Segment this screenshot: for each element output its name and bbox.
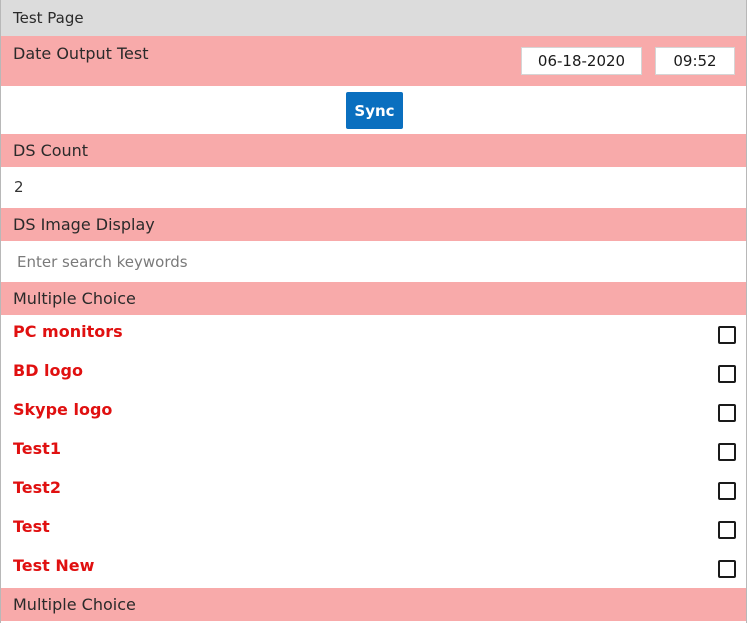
time-field[interactable]: 09:52	[655, 47, 735, 75]
date-output-label: Date Output Test	[13, 44, 149, 63]
multiple-choice-header: Multiple Choice	[1, 282, 746, 315]
choice-label: Skype logo	[13, 400, 113, 419]
choice-label: Test1	[13, 439, 61, 458]
list-item[interactable]: Test	[1, 510, 746, 549]
ds-count-header: DS Count	[1, 134, 746, 167]
list-item[interactable]: Test1	[1, 432, 746, 471]
list-item[interactable]: Skype logo	[1, 393, 746, 432]
search-row	[1, 241, 746, 282]
sync-area: Sync	[1, 86, 746, 134]
checkbox[interactable]	[718, 482, 736, 500]
checkbox[interactable]	[718, 560, 736, 578]
list-item[interactable]: PC monitors	[1, 315, 746, 354]
list-item[interactable]: Test2	[1, 471, 746, 510]
choice-list: PC monitors BD logo Skype logo Test1 Tes…	[1, 315, 746, 588]
search-input[interactable]	[9, 247, 729, 277]
checkbox[interactable]	[718, 443, 736, 461]
multiple-choice-header-2: Multiple Choice	[1, 588, 746, 621]
choice-label: Test	[13, 517, 50, 536]
date-output-row: Date Output Test 06-18-2020 09:52	[1, 36, 746, 86]
checkbox[interactable]	[718, 521, 736, 539]
sync-button[interactable]: Sync	[346, 92, 403, 129]
checkbox[interactable]	[718, 326, 736, 344]
choice-label: Test2	[13, 478, 61, 497]
date-field[interactable]: 06-18-2020	[521, 47, 642, 75]
choice-label: PC monitors	[13, 322, 123, 341]
ds-image-header: DS Image Display	[1, 208, 746, 241]
checkbox[interactable]	[718, 404, 736, 422]
list-item[interactable]: BD logo	[1, 354, 746, 393]
list-item[interactable]: Test New	[1, 549, 746, 588]
checkbox[interactable]	[718, 365, 736, 383]
ds-count-value: 2	[1, 167, 746, 208]
choice-label: Test New	[13, 556, 95, 575]
page-title: Test Page	[1, 0, 746, 36]
page-frame: Test Page Date Output Test 06-18-2020 09…	[0, 0, 747, 623]
choice-label: BD logo	[13, 361, 83, 380]
